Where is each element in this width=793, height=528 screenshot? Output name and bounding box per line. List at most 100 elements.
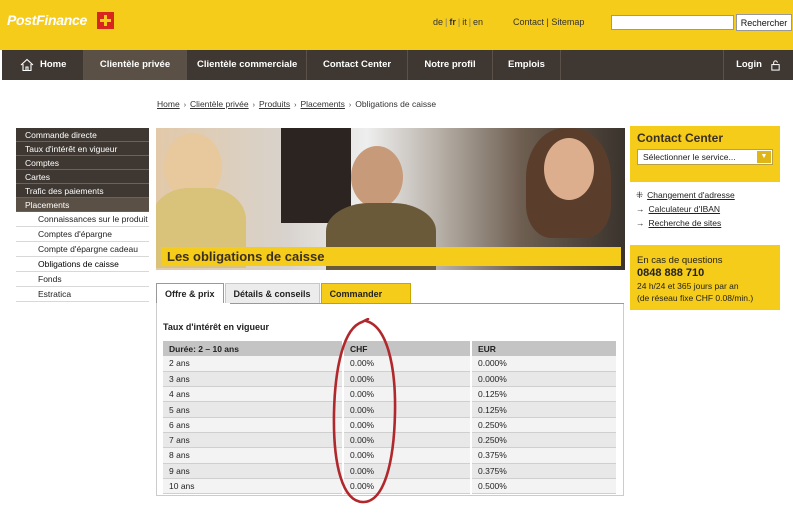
cell-eur: 0.000% [471, 356, 618, 372]
link-iban-calculator[interactable]: → Calculateur d'IBAN [630, 204, 780, 218]
cell-chf: 0.00% [343, 417, 472, 433]
lock-icon [771, 59, 780, 71]
nav-contact-center[interactable]: Contact Center [307, 50, 408, 80]
cell-duration: 10 ans [163, 478, 344, 495]
hours-note: 24 h/24 et 365 jours par an [637, 281, 739, 291]
link-site-search[interactable]: → Recherche de sites [630, 218, 780, 232]
cell-duration: 3 ans [163, 371, 344, 388]
sidebar-subitem-funds[interactable]: Fonds [16, 272, 149, 287]
cell-eur: 0.000% [471, 371, 618, 388]
sidebar-subitem-product-knowledge[interactable]: Connaissances sur le produit [16, 212, 149, 227]
sidebar-item-interest-rates[interactable]: Taux d'intérêt en vigueur [16, 142, 149, 156]
breadcrumb-arrow-icon: › [183, 102, 187, 109]
lang-de[interactable]: de [431, 17, 445, 27]
main-nav: Home Clientèle privée Clientèle commerci… [2, 50, 793, 80]
postfinance-logo[interactable]: PostFinance [7, 12, 87, 28]
link-iban-calculator-label: Calculateur d'IBAN [648, 204, 721, 214]
cell-chf: 0.00% [343, 432, 472, 449]
table-row: 7 ans 0.00% 0.250% [163, 432, 618, 449]
cell-duration: 7 ans [163, 432, 344, 449]
sidebar-subitem-savings-accounts[interactable]: Comptes d'épargne [16, 227, 149, 242]
breadcrumb-products[interactable]: Produits [259, 99, 290, 109]
hero-person-center [351, 146, 403, 208]
sidebar-subitem-next[interactable]: Estratica [16, 287, 149, 302]
breadcrumb-current: Obligations de caisse [355, 99, 437, 109]
sidebar-item-cards[interactable]: Cartes [16, 170, 149, 184]
lang-it[interactable]: it [460, 17, 469, 27]
cell-duration: 8 ans [163, 447, 344, 464]
cell-duration: 9 ans [163, 463, 344, 479]
cell-eur: 0.250% [471, 432, 618, 449]
nav-private-clients[interactable]: Clientèle privée [84, 50, 187, 80]
link-site-search-label: Recherche de sites [648, 218, 722, 228]
arrow-right-icon: → [636, 218, 645, 228]
cell-chf: 0.00% [343, 371, 472, 388]
table-row: 5 ans 0.00% 0.125% [163, 401, 618, 418]
left-sidebar: Commande directe Taux d'intérêt en vigue… [16, 128, 149, 311]
sidebar-item-direct-order[interactable]: Commande directe [16, 128, 149, 142]
search-input[interactable] [611, 15, 734, 30]
cell-chf: 0.00% [343, 356, 472, 372]
sidebar-item-payments[interactable]: Trafic des paiements [16, 184, 149, 198]
breadcrumb: Home › Clientèle privée › Produits › Placement… [157, 99, 436, 109]
rates-table: Durée: 2 – 10 ans CHF EUR 2 ans 0.00% 0.00… [163, 341, 618, 495]
table-row: 2 ans 0.00% 0.000% [163, 356, 618, 372]
cell-chf: 0.00% [343, 447, 472, 464]
cell-chf: 0.00% [343, 386, 472, 403]
cell-eur: 0.125% [471, 386, 618, 403]
col-chf: CHF [343, 341, 472, 356]
breadcrumb-arrow-icon: › [252, 102, 255, 109]
cell-eur: 0.375% [471, 463, 618, 479]
table-header-row: Durée: 2 – 10 ans CHF EUR [163, 341, 618, 356]
nav-home[interactable]: Home [2, 50, 84, 80]
cell-duration: 5 ans [163, 401, 344, 418]
lang-en[interactable]: en [471, 17, 485, 27]
tab-divider [230, 303, 624, 304]
link-address-change[interactable]: ⁜ Changement d'adresse [630, 190, 780, 204]
nav-our-profile[interactable]: Notre profil [408, 50, 493, 80]
sidebar-subitem-cash-bonds[interactable]: Obligations de caisse [16, 257, 149, 272]
col-duration: Durée: 2 – 10 ans [163, 341, 344, 356]
col-eur: EUR [471, 341, 618, 356]
tab-order[interactable]: Commander [320, 283, 412, 303]
breadcrumb-arrow-icon: › [294, 102, 297, 109]
table-row: 9 ans 0.00% 0.375% [163, 463, 618, 479]
sitemap-link[interactable]: Sitemap [551, 17, 584, 27]
sidebar-subitem-gift-savings[interactable]: Compte d'épargne cadeau [16, 242, 149, 257]
service-select[interactable]: Sélectionner le service... ▼ [637, 149, 773, 165]
cell-duration: 2 ans [163, 356, 344, 372]
hero-person-right-face [544, 138, 594, 200]
cell-eur: 0.125% [471, 401, 618, 418]
nav-business-clients[interactable]: Clientèle commerciale [187, 50, 307, 80]
breadcrumb-private[interactable]: Clientèle privée [190, 99, 249, 109]
breadcrumb-investments[interactable]: Placements [301, 99, 345, 109]
breadcrumb-home[interactable]: Home [157, 99, 180, 109]
phone-number: 0848 888 710 [637, 267, 705, 279]
swiss-cross-icon [97, 12, 114, 29]
tab-details-advice[interactable]: Détails & conseils [224, 283, 320, 303]
cell-eur: 0.500% [471, 478, 618, 495]
table-row: 6 ans 0.00% 0.250% [163, 417, 618, 433]
sidebar-item-investments[interactable]: Placements [16, 198, 149, 212]
chevron-down-icon: ▼ [757, 151, 771, 163]
login-button[interactable]: Login [724, 50, 793, 80]
search-button[interactable]: Rechercher [736, 14, 792, 31]
home-icon [20, 58, 34, 72]
language-switcher: de | fr | it | en [431, 17, 485, 27]
contact-link[interactable]: Contact [513, 17, 544, 27]
nav-spacer [561, 50, 724, 80]
link-address-change-label: Changement d'adresse [647, 190, 735, 200]
meta-links: Contact | Sitemap [513, 17, 585, 27]
nav-jobs[interactable]: Emplois [493, 50, 561, 80]
site-header: PostFinance de | fr | it | en Contact | Sitema… [0, 0, 793, 50]
questions-label: En cas de questions [637, 255, 723, 266]
sidebar-item-accounts[interactable]: Comptes [16, 156, 149, 170]
contact-center-links: ⁜ Changement d'adresse → Calculateur d'IBA… [630, 182, 780, 245]
rate-note: (de réseau fixe CHF 0.08/min.) [637, 293, 754, 303]
nav-home-label: Home [40, 59, 67, 70]
cell-eur: 0.250% [471, 417, 618, 433]
hero-image: Les obligations de caisse [156, 128, 625, 270]
lang-fr[interactable]: fr [447, 17, 458, 27]
breadcrumb-arrow-icon: › [348, 102, 352, 109]
tab-offer-price[interactable]: Offre & prix [156, 283, 224, 303]
